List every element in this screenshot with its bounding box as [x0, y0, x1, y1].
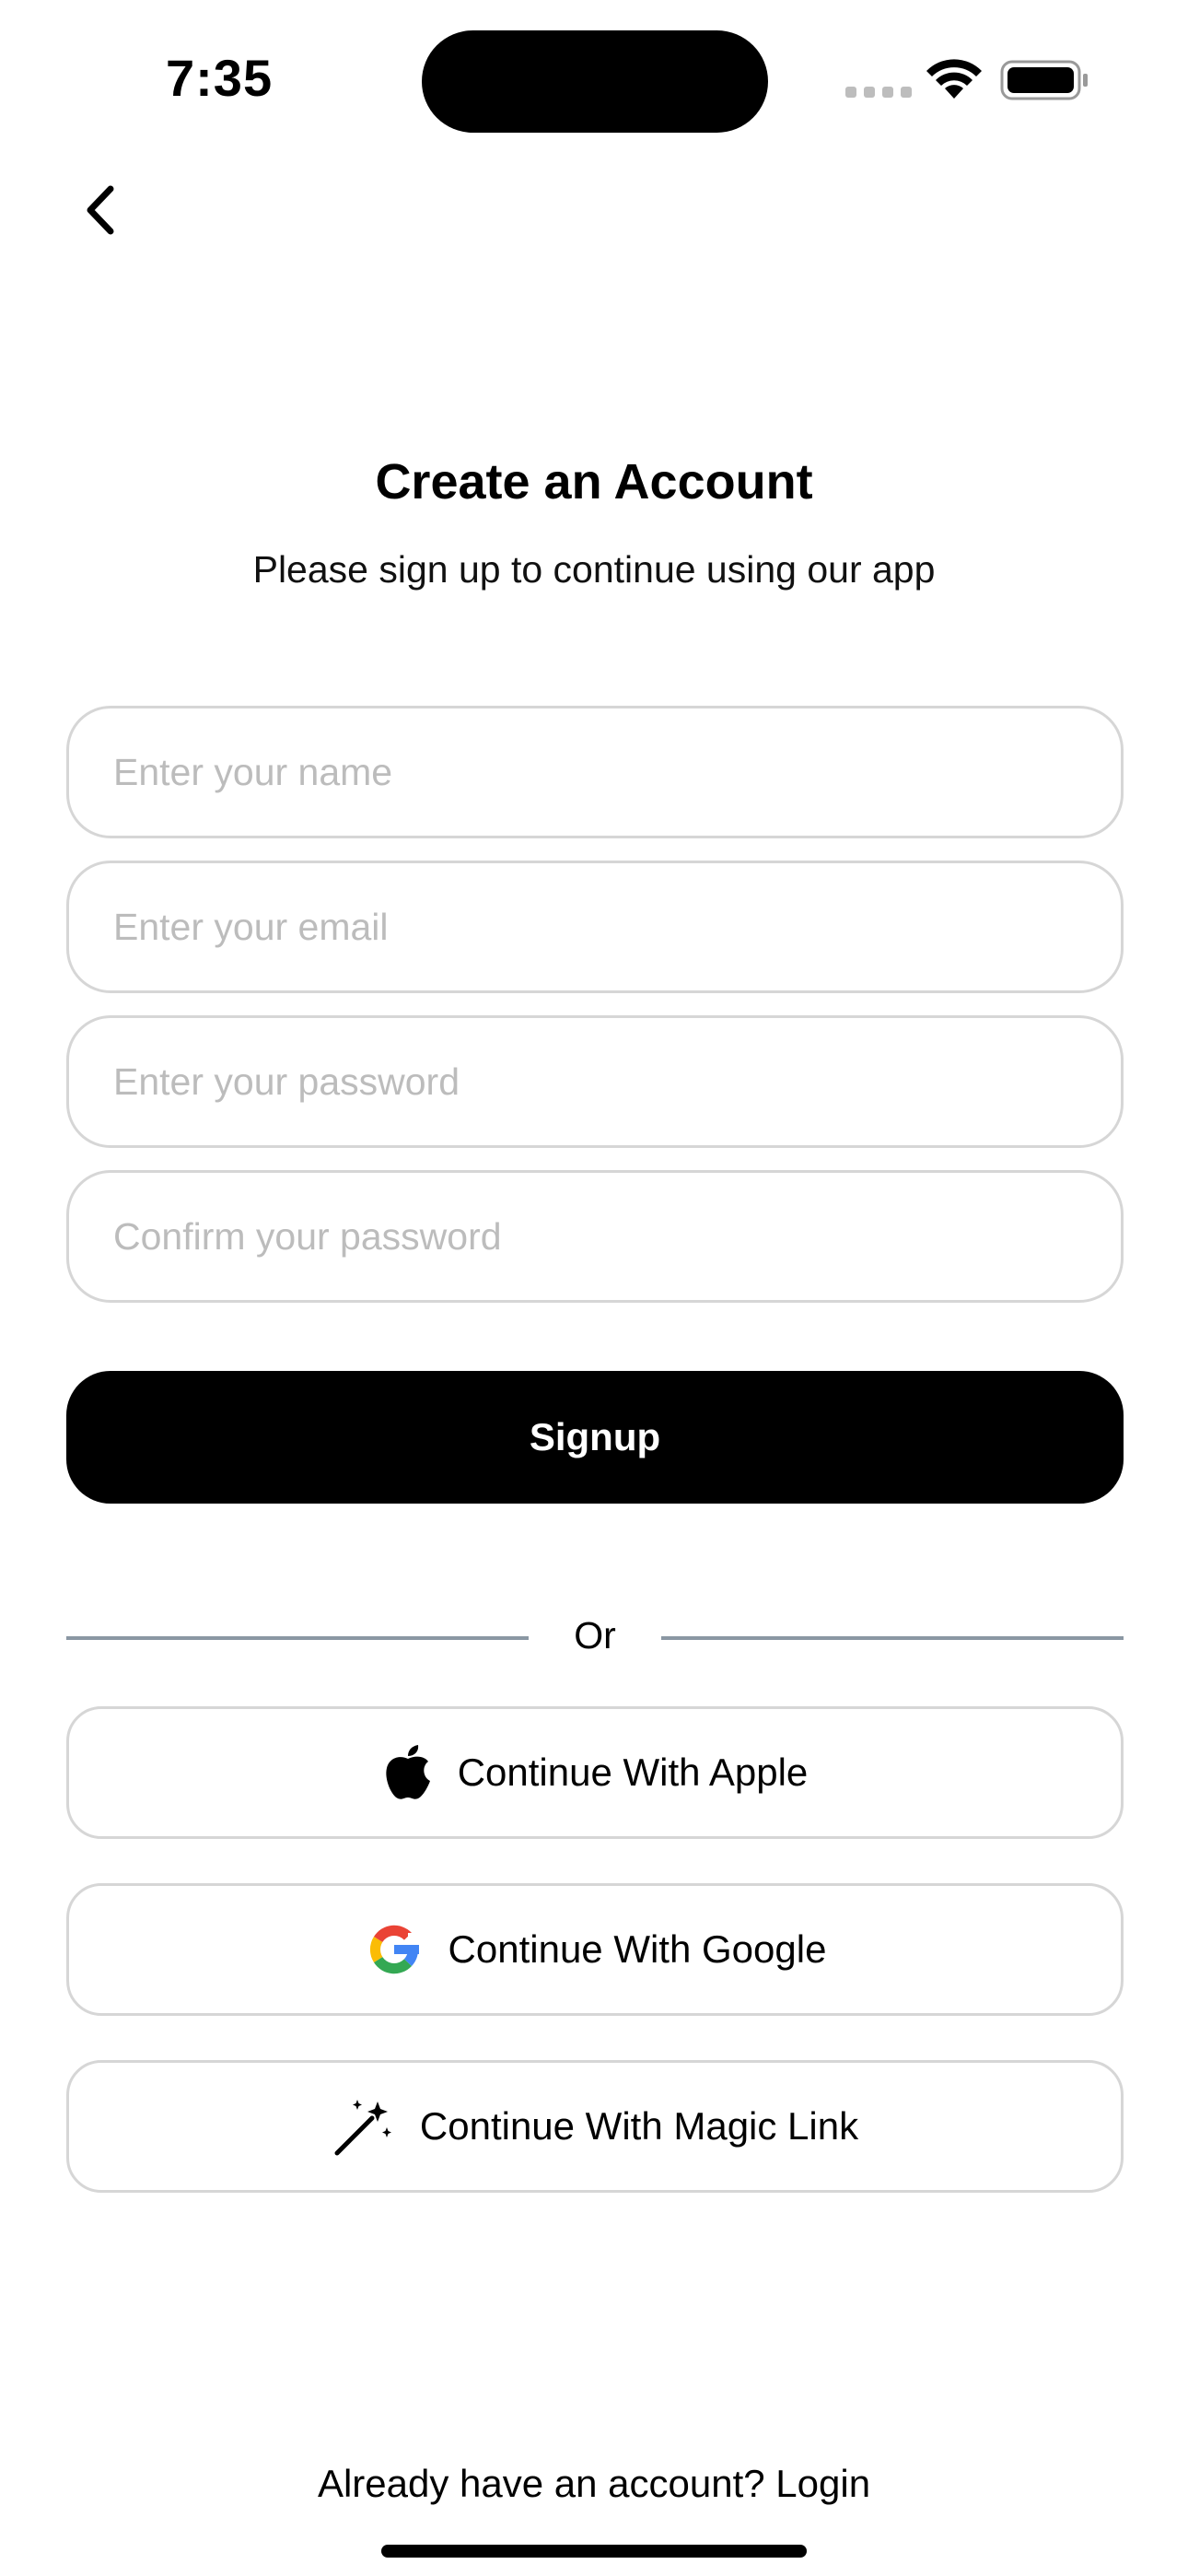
login-prompt-text: Already have an account? [317, 2462, 765, 2505]
dynamic-island [422, 30, 768, 133]
cellular-signal-icon [845, 87, 912, 98]
continue-with-google-button[interactable]: Continue With Google [66, 1883, 1124, 2016]
status-time: 7:35 [166, 49, 274, 107]
apple-icon [382, 1744, 434, 1801]
wifi-icon [926, 59, 982, 99]
page-subtitle: Please sign up to continue using our app [252, 548, 936, 591]
password-field[interactable] [66, 1015, 1124, 1148]
confirm-password-field[interactable] [66, 1170, 1124, 1303]
magic-wand-icon [332, 2094, 396, 2159]
back-button[interactable] [72, 177, 127, 243]
page-title: Create an Account [375, 454, 813, 509]
signup-button[interactable]: Signup [66, 1371, 1124, 1504]
login-prompt: Already have an account? Login [0, 2462, 1188, 2506]
home-indicator [381, 2545, 807, 2558]
google-icon [364, 1919, 425, 1980]
name-field[interactable] [66, 706, 1124, 838]
continue-with-magic-link-button[interactable]: Continue With Magic Link [66, 2060, 1124, 2193]
chevron-left-icon [87, 185, 114, 235]
battery-icon [1000, 60, 1088, 100]
login-link[interactable]: Login [775, 2462, 870, 2505]
magic-link-button-label: Continue With Magic Link [419, 2104, 859, 2148]
email-field[interactable] [66, 861, 1124, 993]
continue-with-apple-button[interactable]: Continue With Apple [66, 1706, 1124, 1839]
divider-line-left [66, 1636, 529, 1640]
divider-line-right [661, 1636, 1124, 1640]
apple-button-label: Continue With Apple [457, 1751, 809, 1794]
google-button-label: Continue With Google [448, 1927, 827, 1971]
divider-label: Or [574, 1614, 616, 1657]
